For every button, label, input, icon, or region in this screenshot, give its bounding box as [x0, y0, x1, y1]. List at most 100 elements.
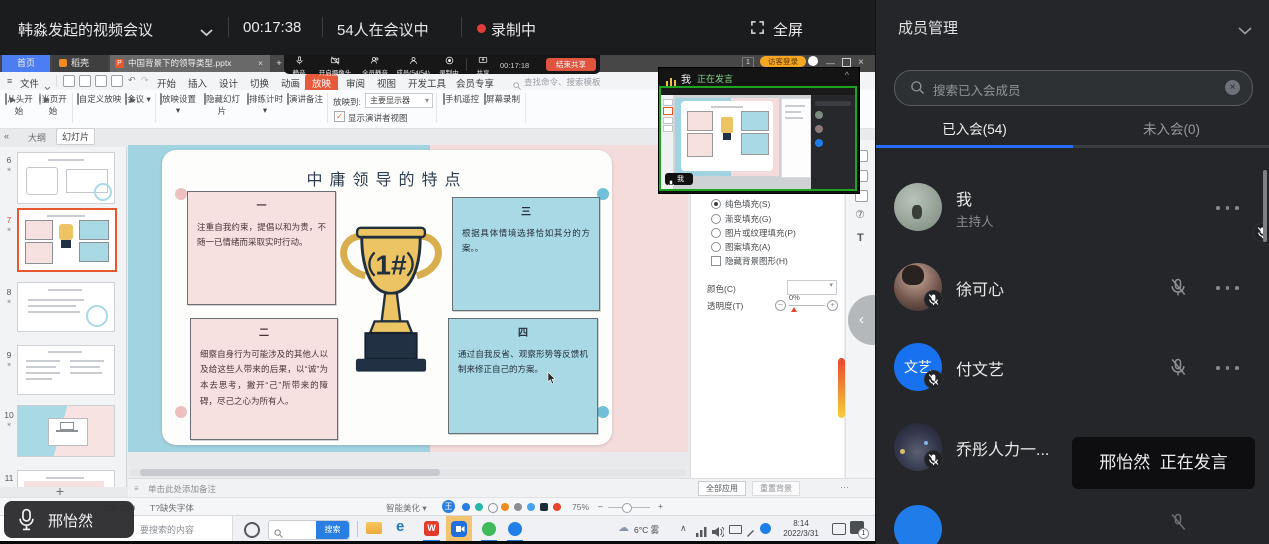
- tool-dot-icon[interactable]: [501, 503, 509, 511]
- ribbon-speaker-notes[interactable]: 演讲备注: [286, 93, 324, 105]
- zoom-out-button[interactable]: –: [598, 501, 603, 511]
- print-icon[interactable]: [95, 75, 107, 87]
- mute-button[interactable]: 静音: [286, 56, 312, 77]
- preview-icon[interactable]: [111, 75, 123, 87]
- ribbon-meeting[interactable]: 会议 ▾: [124, 93, 152, 105]
- panel-collapse-chevron-icon[interactable]: [1238, 22, 1252, 40]
- hamburger-icon[interactable]: ≡: [7, 76, 12, 86]
- ribbon-rehearse[interactable]: 排练计时 ▾: [245, 93, 285, 116]
- menu-file[interactable]: 文件: [20, 76, 39, 90]
- file-explorer-icon[interactable]: [366, 522, 382, 534]
- edge-icon[interactable]: e: [396, 518, 404, 535]
- menu-membership[interactable]: 会员专享: [456, 76, 494, 90]
- ribbon-from-current[interactable]: 当页开始: [36, 93, 70, 117]
- transparency-minus[interactable]: –: [775, 300, 786, 311]
- ribbon-from-beginning[interactable]: 从头开始: [2, 93, 36, 117]
- tab-joined[interactable]: 已入会(54): [876, 118, 1073, 138]
- tool-alert-icon[interactable]: [553, 503, 561, 511]
- network-icon[interactable]: [696, 524, 707, 542]
- menu-review[interactable]: 审阅: [346, 76, 365, 90]
- camera-button[interactable]: 开启摄像头: [314, 56, 356, 77]
- tool-dot-icon[interactable]: [462, 503, 470, 511]
- undo-icon[interactable]: ↶: [128, 75, 136, 86]
- clock[interactable]: 8:14 2022/3/31: [778, 519, 824, 539]
- security-tray-icon[interactable]: [760, 523, 771, 534]
- self-view-header[interactable]: 我 正在发言 ^: [659, 68, 857, 86]
- tab-docer[interactable]: 稻壳: [52, 55, 108, 72]
- zoom-slider-knob[interactable]: [622, 503, 632, 513]
- menu-transition[interactable]: 切换: [250, 76, 269, 90]
- close-tab-icon[interactable]: ×: [258, 55, 263, 72]
- more-options-icon[interactable]: [1210, 366, 1244, 370]
- menu-insert[interactable]: 插入: [188, 76, 207, 90]
- more-options-icon[interactable]: [1210, 286, 1244, 290]
- notes-placeholder[interactable]: 单击此处添加备注: [148, 483, 216, 495]
- tab-outline[interactable]: 大纲: [28, 131, 46, 144]
- action-center-icon[interactable]: 1: [850, 521, 864, 534]
- scrollbar-thumb[interactable]: [140, 469, 440, 476]
- news-search-widget[interactable]: 搜索: [268, 520, 350, 540]
- menu-design[interactable]: 设计: [219, 76, 238, 90]
- meeting-tray-icon[interactable]: [508, 522, 522, 536]
- radio-picture-fill[interactable]: [711, 228, 721, 238]
- weather-text[interactable]: 6°C 雾: [634, 524, 659, 536]
- tray-expand-icon[interactable]: ∧: [680, 523, 687, 534]
- thumbnail-slide-8[interactable]: [17, 282, 115, 332]
- help-icon[interactable]: ⑦: [855, 208, 865, 221]
- display-select[interactable]: 主要显示器▾: [365, 93, 433, 108]
- reset-bg-button[interactable]: 重置背景: [752, 481, 800, 496]
- meeting-title-chevron-icon[interactable]: [200, 24, 213, 42]
- more-button[interactable]: ···: [840, 482, 849, 492]
- tab-slides[interactable]: 幻灯片: [56, 128, 95, 145]
- fullscreen-label[interactable]: 全屏: [773, 19, 803, 40]
- tool-dot-icon[interactable]: [475, 503, 483, 511]
- volume-icon[interactable]: [712, 524, 724, 542]
- apply-all-button[interactable]: 全部应用: [698, 481, 746, 496]
- tool-dot-icon[interactable]: [540, 503, 548, 511]
- menu-start[interactable]: 开始: [157, 76, 176, 90]
- member-row[interactable]: 文艺 付文艺: [876, 340, 1269, 400]
- menu-view[interactable]: 视图: [377, 76, 396, 90]
- accent-scrollbar[interactable]: [838, 358, 845, 418]
- presenter-view-checkbox[interactable]: ✓: [334, 111, 345, 122]
- member-search-input[interactable]: 搜索已入会成员 ×: [894, 70, 1253, 106]
- zoom-in-button[interactable]: +: [658, 501, 663, 511]
- recording-button[interactable]: 录制中: [436, 56, 462, 77]
- end-share-button[interactable]: 结束共享: [546, 58, 596, 71]
- thumbnail-slide-6[interactable]: [17, 152, 115, 204]
- fullscreen-icon[interactable]: [750, 20, 765, 40]
- mute-all-button[interactable]: 全员静音: [358, 56, 392, 77]
- member-row[interactable]: 我 主持人: [876, 180, 1269, 240]
- beautify-button[interactable]: 智能美化 ▾: [386, 502, 427, 514]
- search-button[interactable]: 搜索: [316, 521, 349, 539]
- notification-icon[interactable]: [832, 523, 846, 535]
- menu-animation[interactable]: 动画: [281, 76, 300, 90]
- missing-font-label[interactable]: T?缺失字体: [150, 502, 194, 514]
- pane-collapse-button[interactable]: «: [4, 131, 9, 141]
- thumbnail-slide-10[interactable]: [17, 405, 115, 457]
- keyboard-icon[interactable]: [729, 525, 742, 534]
- members-button[interactable]: 成员(54/54): [392, 56, 434, 77]
- command-search-placeholder[interactable]: 查找命令、搜索模板: [524, 76, 601, 88]
- tool-dot-icon[interactable]: [527, 503, 535, 511]
- save-icon[interactable]: [63, 75, 75, 87]
- pen-icon[interactable]: [746, 524, 755, 542]
- tab-wps-home[interactable]: 首页: [2, 55, 50, 72]
- tool-dot-icon[interactable]: [514, 503, 522, 511]
- collapse-window-icon[interactable]: ^: [845, 70, 849, 80]
- thumbnail-slide-9[interactable]: [17, 345, 115, 395]
- tool-dot-icon[interactable]: [488, 503, 498, 513]
- output-icon[interactable]: [79, 75, 91, 87]
- menu-devtools[interactable]: 开发工具: [408, 76, 446, 90]
- meeting-app-active[interactable]: [446, 516, 472, 542]
- ribbon-custom-show[interactable]: 自定义放映: [75, 93, 123, 105]
- share-button[interactable]: 共享: [470, 56, 496, 77]
- member-row-partial[interactable]: [876, 500, 1269, 544]
- horizontal-scrollbar[interactable]: [130, 469, 686, 476]
- transparency-track[interactable]: [789, 305, 825, 306]
- clear-search-icon[interactable]: ×: [1225, 80, 1240, 95]
- ribbon-screen-record[interactable]: 屏幕录制: [483, 93, 521, 105]
- radio-solid-fill[interactable]: [711, 199, 721, 209]
- more-options-icon[interactable]: [1210, 206, 1244, 210]
- self-view-window[interactable]: 我 正在发言 ^: [658, 67, 860, 194]
